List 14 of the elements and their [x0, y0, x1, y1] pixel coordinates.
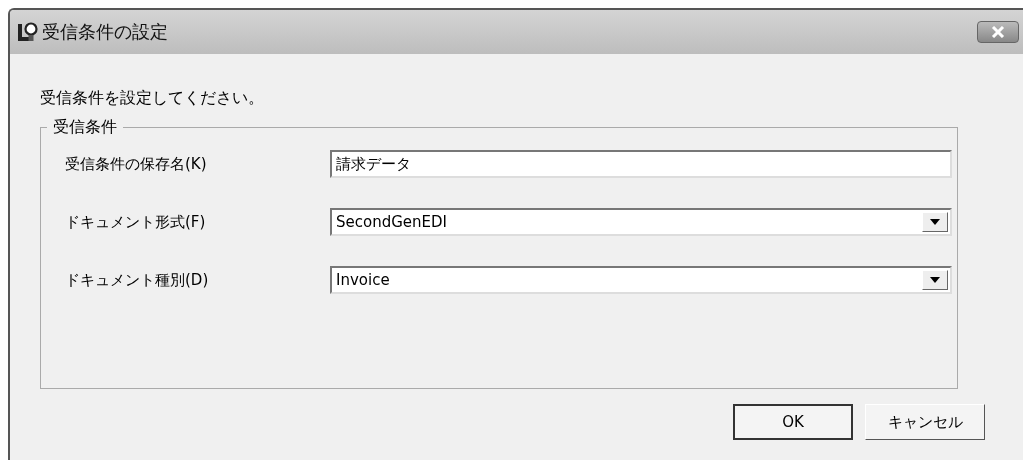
field-label: ドキュメント形式(F) — [65, 212, 207, 232]
close-icon[interactable] — [990, 26, 1006, 38]
window-title: 受信条件の設定 — [42, 20, 169, 44]
field-label: ドキュメント種別(D) — [65, 270, 210, 290]
dropdown[interactable]: SecondGenEDI — [330, 208, 952, 236]
dropdown[interactable]: Invoice — [330, 266, 952, 294]
dialog-button[interactable]: OK — [733, 404, 853, 440]
close-button[interactable] — [977, 21, 1019, 43]
app-logo-icon — [16, 21, 38, 43]
dialog-button[interactable]: キャンセル — [865, 404, 985, 440]
instruction-text: 受信条件を設定してください。 — [40, 88, 265, 109]
field-label: 受信条件の保存名(K) — [65, 154, 208, 174]
group-legend: 受信条件 — [47, 117, 123, 138]
name-input-field[interactable]: 請求データ — [330, 150, 952, 178]
